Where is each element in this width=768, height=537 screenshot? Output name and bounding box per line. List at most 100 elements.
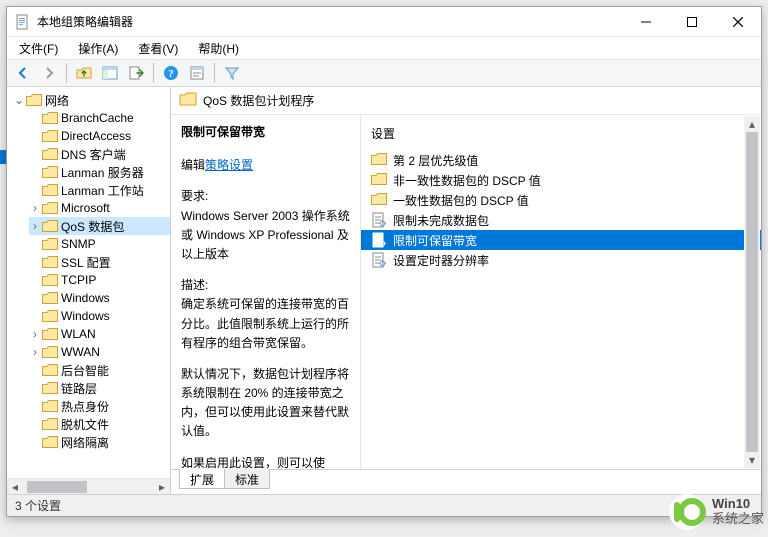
gp-editor-window: 本地组策略编辑器 文件(F) 操作(A) 查看(V) 帮助(H) [6, 6, 762, 517]
list-item-label: 限制可保留带宽 [393, 232, 477, 249]
watermark-logo-icon [668, 493, 706, 531]
properties-button[interactable] [185, 61, 209, 85]
description-pane: 限制可保留带宽 编辑策略设置 要求: Windows Server 2003 操… [171, 115, 361, 469]
list-item-label: 第 2 层优先级值 [393, 152, 478, 169]
folder-icon [42, 129, 58, 143]
help-button[interactable]: ? [159, 61, 183, 85]
tree-node[interactable]: TCPIP [29, 271, 171, 289]
bottom-tabs: 扩展 标准 [171, 470, 761, 494]
tree-node[interactable]: Windows [29, 289, 171, 307]
menu-view[interactable]: 查看(V) [132, 38, 184, 59]
menu-file[interactable]: 文件(F) [13, 38, 64, 59]
description-text-1: 确定系统可保留的连接带宽的百分比。此值限制系统上运行的所有程序的组合带宽保留。 [181, 295, 350, 353]
tree-node-label: WWAN [61, 345, 100, 359]
maximize-button[interactable] [669, 7, 715, 36]
minimize-button[interactable] [623, 7, 669, 36]
list-item-setting[interactable]: 限制未完成数据包 [361, 210, 761, 230]
tree-node[interactable]: ›Microsoft [29, 199, 171, 217]
tree-node[interactable]: DNS 客户端 [29, 145, 171, 163]
list-item-folder[interactable]: 非一致性数据包的 DSCP 值 [361, 170, 761, 190]
window-controls [623, 7, 761, 36]
menu-action[interactable]: 操作(A) [72, 38, 124, 59]
status-text: 3 个设置 [15, 497, 61, 514]
tree-h-scrollbar[interactable]: ◂ ▸ [7, 478, 170, 494]
tree-node-label: DirectAccess [61, 129, 131, 143]
list-item-folder[interactable]: 第 2 层优先级值 [361, 150, 761, 170]
tree-node-label: WLAN [61, 327, 96, 341]
settings-list[interactable]: 第 2 层优先级值非一致性数据包的 DSCP 值一致性数据包的 DSCP 值限制… [361, 150, 761, 270]
tab-extended[interactable]: 扩展 [179, 469, 225, 489]
tree-node[interactable]: Lanman 服务器 [29, 163, 171, 181]
policy-setting-icon [371, 212, 387, 228]
tree-node[interactable]: › WWAN [29, 343, 171, 361]
tree-node[interactable]: 网络隔离 [29, 433, 171, 451]
settings-list-pane: 设置 第 2 层优先级值非一致性数据包的 DSCP 值一致性数据包的 DSCP … [361, 115, 761, 469]
right-pane: QoS 数据包计划程序 限制可保留带宽 编辑策略设置 要求: Windows S… [171, 87, 761, 494]
menubar: 文件(F) 操作(A) 查看(V) 帮助(H) [7, 37, 761, 59]
menu-help[interactable]: 帮助(H) [192, 38, 245, 59]
list-item-setting[interactable]: 限制可保留带宽 [361, 230, 761, 250]
description-text-3: 如果启用此设置，则可以使用"带宽限制"框来调整系统可保留的带宽数量。 [181, 454, 350, 469]
titlebar: 本地组策略编辑器 [7, 7, 761, 37]
folder-icon [42, 219, 58, 233]
folder-icon [42, 147, 58, 161]
folder-icon [42, 237, 58, 251]
close-button[interactable] [715, 7, 761, 36]
folder-icon [179, 91, 197, 110]
expand-icon[interactable]: › [29, 346, 41, 358]
back-button[interactable] [11, 61, 35, 85]
column-header-setting[interactable]: 设置 [361, 119, 761, 150]
description-label: 描述: [181, 276, 350, 295]
tree-node-label: 网络 [45, 92, 69, 109]
up-folder-button[interactable] [72, 61, 96, 85]
folder-icon [42, 309, 58, 323]
folder-icon [42, 201, 58, 215]
tree-node[interactable]: 脱机文件 [29, 415, 171, 433]
tree-node-label: SNMP [61, 237, 96, 251]
list-item-folder[interactable]: 一致性数据包的 DSCP 值 [361, 190, 761, 210]
statusbar: 3 个设置 [7, 494, 761, 516]
expand-icon[interactable]: › [29, 202, 41, 214]
folder-icon [42, 327, 58, 341]
list-item-label: 非一致性数据包的 DSCP 值 [393, 172, 541, 189]
svg-text:?: ? [168, 68, 174, 80]
nav-tree[interactable]: ⌄网络BranchCacheDirectAccessDNS 客户端Lanman … [9, 91, 171, 451]
folder-icon [42, 273, 58, 287]
list-v-scrollbar[interactable]: ▴ ▾ [744, 116, 760, 468]
collapse-icon[interactable]: ⌄ [13, 94, 25, 106]
tree-node[interactable]: SNMP [29, 235, 171, 253]
tree-node[interactable]: Windows [29, 307, 171, 325]
tree-node-label: 热点身份 [61, 398, 109, 415]
tree-node-label: DNS 客户端 [61, 146, 126, 163]
folder-icon [371, 172, 387, 188]
tree-node[interactable]: Lanman 工作站 [29, 181, 171, 199]
folder-icon [42, 435, 58, 449]
expand-icon[interactable]: › [29, 328, 41, 340]
show-hide-tree-button[interactable] [98, 61, 122, 85]
tree-node-root[interactable]: ⌄ 网络 [13, 91, 171, 109]
description-text-2: 默认情况下，数据包计划程序将系统限制在 20% 的连接带宽之内，但可以使用此设置… [181, 365, 350, 442]
tree-node[interactable]: 链路层 [29, 379, 171, 397]
list-item-setting[interactable]: 设置定时器分辨率 [361, 250, 761, 270]
expand-icon[interactable]: › [29, 220, 41, 232]
tree-node[interactable]: BranchCache [29, 109, 171, 127]
tab-standard[interactable]: 标准 [224, 469, 270, 489]
policy-setting-icon [371, 252, 387, 268]
tree-node[interactable]: DirectAccess [29, 127, 171, 145]
forward-button[interactable] [37, 61, 61, 85]
tree-node[interactable]: 后台智能 [29, 361, 171, 379]
folder-icon [42, 345, 58, 359]
tree-node[interactable]: ›QoS 数据包 [29, 217, 171, 235]
tree-node[interactable]: 热点身份 [29, 397, 171, 415]
filter-button[interactable] [220, 61, 244, 85]
requirements-label: 要求: [181, 187, 350, 206]
list-header-title: QoS 数据包计划程序 [203, 92, 314, 109]
edit-policy-link[interactable]: 策略设置 [205, 158, 253, 172]
edit-prefix: 编辑 [181, 158, 205, 172]
export-list-button[interactable] [124, 61, 148, 85]
tree-node[interactable]: › WLAN [29, 325, 171, 343]
tree-node[interactable]: SSL 配置 [29, 253, 171, 271]
tree-node-label: Lanman 工作站 [61, 182, 144, 199]
tree-node-label: BranchCache [61, 111, 134, 125]
folder-icon [42, 183, 58, 197]
